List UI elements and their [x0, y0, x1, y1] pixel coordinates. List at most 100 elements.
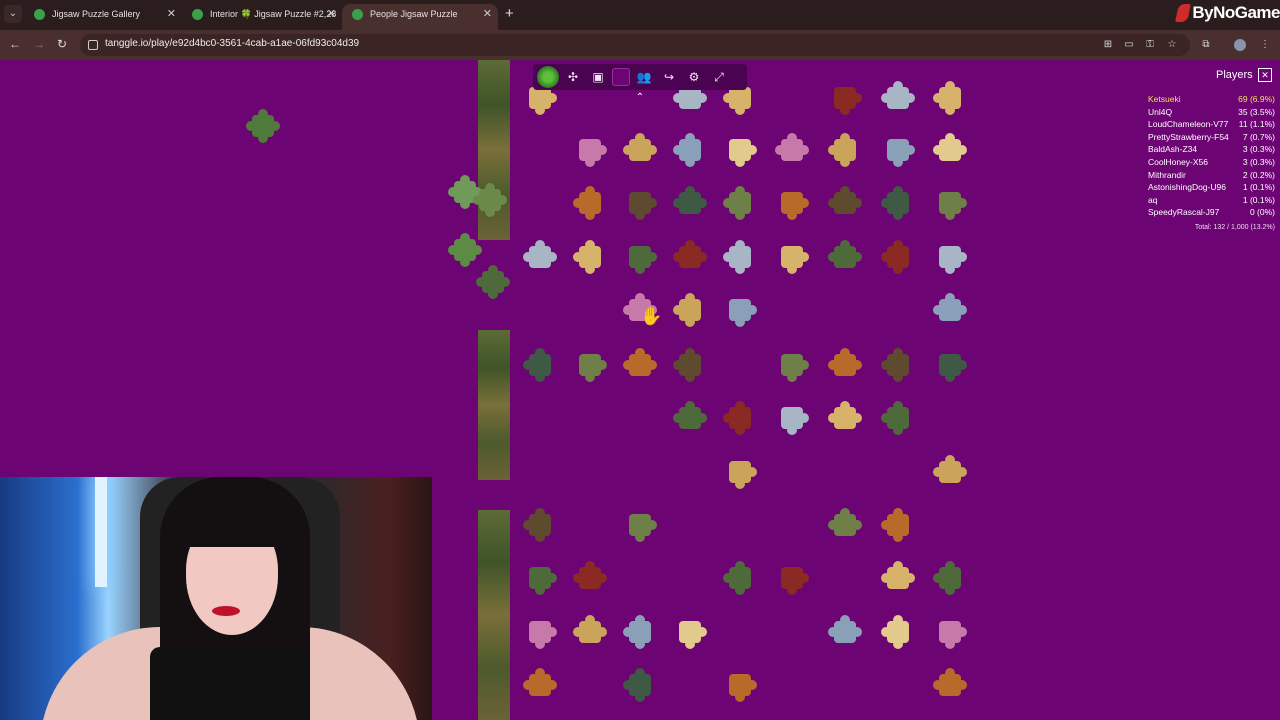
- puzzle-piece[interactable]: [673, 293, 707, 327]
- tab-jigsaw-gallery[interactable]: Jigsaw Puzzle Gallery ✕: [24, 4, 182, 30]
- assembled-edge-strip[interactable]: [478, 330, 510, 480]
- puzzle-piece[interactable]: [828, 615, 862, 649]
- puzzle-piece[interactable]: [933, 561, 967, 595]
- site-info-icon[interactable]: [88, 40, 98, 50]
- puzzle-piece[interactable]: [523, 668, 557, 702]
- puzzle-piece[interactable]: [775, 348, 809, 382]
- puzzle-piece[interactable]: [828, 186, 862, 220]
- puzzle-piece[interactable]: [723, 240, 757, 274]
- puzzle-piece[interactable]: [573, 615, 607, 649]
- puzzle-piece[interactable]: [573, 561, 607, 595]
- password-key-icon[interactable]: ⚿: [1144, 39, 1156, 51]
- bookmark-star-icon[interactable]: ☆: [1166, 39, 1178, 51]
- puzzle-piece[interactable]: [673, 401, 707, 435]
- puzzle-piece[interactable]: [523, 615, 557, 649]
- cast-icon[interactable]: ▭: [1123, 39, 1135, 51]
- puzzle-piece[interactable]: [828, 240, 862, 274]
- puzzle-piece[interactable]: [881, 133, 915, 167]
- tanggle-logo-icon[interactable]: [537, 66, 559, 88]
- profile-avatar-icon[interactable]: [1234, 39, 1246, 51]
- puzzle-piece[interactable]: [623, 508, 657, 542]
- close-tab-icon[interactable]: ✕: [327, 4, 336, 24]
- extensions-icon[interactable]: ⧉: [1200, 39, 1212, 51]
- puzzle-piece[interactable]: [933, 81, 967, 115]
- puzzle-piece[interactable]: [933, 133, 967, 167]
- puzzle-piece[interactable]: [473, 183, 507, 217]
- puzzle-piece[interactable]: [881, 508, 915, 542]
- puzzle-piece[interactable]: [623, 668, 657, 702]
- background-color-icon[interactable]: [612, 68, 630, 86]
- puzzle-piece[interactable]: [573, 348, 607, 382]
- puzzle-piece[interactable]: [673, 133, 707, 167]
- close-tab-icon[interactable]: ✕: [483, 4, 492, 24]
- puzzle-piece[interactable]: [723, 668, 757, 702]
- url-text[interactable]: tanggle.io/play/e92d4bc0-3561-4cab-a1ae-…: [105, 38, 359, 49]
- puzzle-piece[interactable]: [881, 81, 915, 115]
- puzzle-piece[interactable]: [933, 240, 967, 274]
- close-players-panel-icon[interactable]: ✕: [1258, 68, 1272, 82]
- tab-people-puzzle[interactable]: People Jigsaw Puzzle ✕: [342, 4, 498, 30]
- puzzle-piece[interactable]: [775, 240, 809, 274]
- puzzle-piece[interactable]: [881, 401, 915, 435]
- translate-icon[interactable]: ⊞: [1102, 39, 1114, 51]
- puzzle-piece[interactable]: [881, 561, 915, 595]
- share-icon[interactable]: ↪: [658, 66, 680, 88]
- puzzle-piece[interactable]: [881, 186, 915, 220]
- puzzle-piece[interactable]: [573, 186, 607, 220]
- address-bar[interactable]: tanggle.io/play/e92d4bc0-3561-4cab-a1ae-…: [80, 34, 1190, 56]
- puzzle-piece[interactable]: [523, 508, 557, 542]
- puzzle-piece-icon[interactable]: ✣: [562, 66, 584, 88]
- puzzle-piece[interactable]: [775, 561, 809, 595]
- puzzle-piece[interactable]: [775, 133, 809, 167]
- collapse-toolbar-chevron-icon[interactable]: ⌃: [631, 92, 649, 106]
- puzzle-piece[interactable]: [775, 401, 809, 435]
- puzzle-piece[interactable]: [828, 401, 862, 435]
- puzzle-piece[interactable]: [723, 186, 757, 220]
- puzzle-piece[interactable]: [828, 508, 862, 542]
- puzzle-piece[interactable]: [723, 455, 757, 489]
- image-preview-icon[interactable]: ▣: [587, 66, 609, 88]
- settings-icon[interactable]: ⚙: [683, 66, 705, 88]
- new-tab-button[interactable]: +: [505, 5, 514, 22]
- puzzle-piece[interactable]: [448, 233, 482, 267]
- puzzle-piece[interactable]: [523, 240, 557, 274]
- puzzle-piece[interactable]: [523, 561, 557, 595]
- puzzle-piece[interactable]: [673, 615, 707, 649]
- puzzle-piece[interactable]: [623, 240, 657, 274]
- puzzle-piece[interactable]: [723, 133, 757, 167]
- forward-arrow-icon[interactable]: →: [33, 37, 45, 51]
- puzzle-piece[interactable]: [933, 615, 967, 649]
- puzzle-piece[interactable]: [723, 401, 757, 435]
- puzzle-piece[interactable]: [881, 348, 915, 382]
- puzzle-piece[interactable]: [623, 186, 657, 220]
- puzzle-piece[interactable]: [828, 81, 862, 115]
- puzzle-piece[interactable]: [933, 293, 967, 327]
- puzzle-piece[interactable]: [673, 186, 707, 220]
- puzzle-piece[interactable]: [933, 455, 967, 489]
- puzzle-piece[interactable]: [828, 348, 862, 382]
- puzzle-piece[interactable]: [523, 348, 557, 382]
- fullscreen-icon[interactable]: ⤢: [708, 66, 730, 88]
- puzzle-piece[interactable]: [828, 133, 862, 167]
- menu-kebab-icon[interactable]: ⋮: [1259, 39, 1271, 51]
- tab-interior-puzzle[interactable]: Interior 🍀 Jigsaw Puzzle #2,28 ✕: [182, 4, 342, 30]
- puzzle-piece[interactable]: [881, 615, 915, 649]
- puzzle-piece[interactable]: [673, 240, 707, 274]
- puzzle-piece[interactable]: [775, 186, 809, 220]
- puzzle-piece[interactable]: [573, 133, 607, 167]
- puzzle-piece[interactable]: [623, 133, 657, 167]
- back-arrow-icon[interactable]: ←: [9, 37, 21, 51]
- tab-search-chevron-icon[interactable]: ⌄: [4, 5, 22, 23]
- puzzle-piece[interactable]: [476, 265, 510, 299]
- players-icon[interactable]: 👥: [633, 66, 655, 88]
- reload-icon[interactable]: ↻: [57, 37, 67, 51]
- puzzle-piece[interactable]: [933, 348, 967, 382]
- puzzle-piece[interactable]: [723, 293, 757, 327]
- puzzle-piece[interactable]: [933, 186, 967, 220]
- assembled-edge-strip[interactable]: [478, 510, 510, 720]
- close-tab-icon[interactable]: ✕: [167, 4, 176, 24]
- puzzle-piece[interactable]: [881, 240, 915, 274]
- puzzle-piece[interactable]: [623, 615, 657, 649]
- puzzle-piece[interactable]: [933, 668, 967, 702]
- puzzle-piece[interactable]: [723, 561, 757, 595]
